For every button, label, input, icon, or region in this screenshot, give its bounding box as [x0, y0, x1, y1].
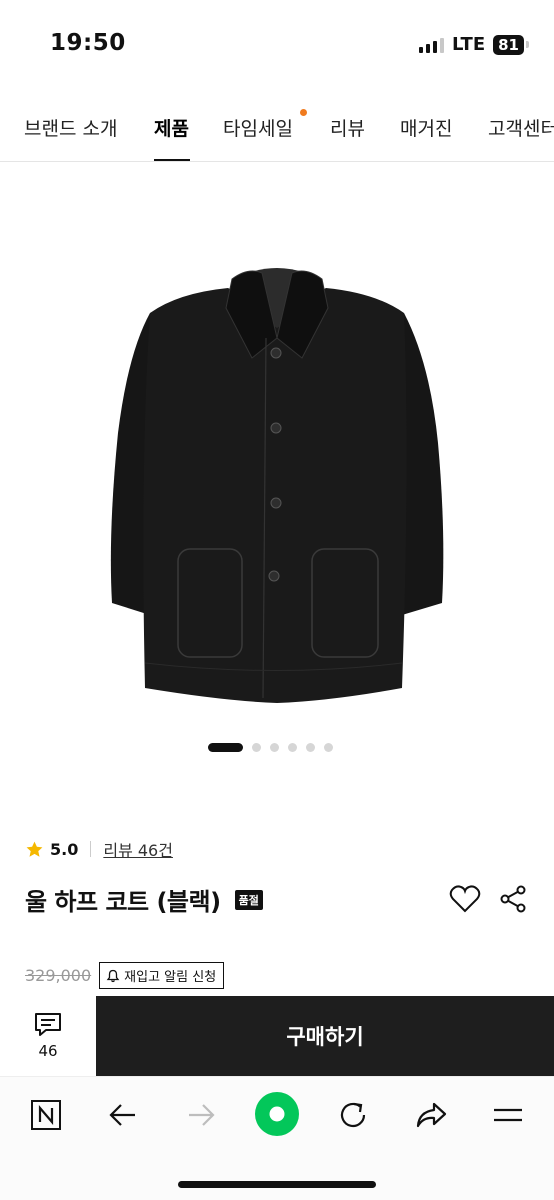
forward-arrow-icon[interactable] [181, 1095, 221, 1135]
back-arrow-icon[interactable] [103, 1095, 143, 1135]
restock-alert-label: 재입고 알림 신청 [124, 970, 217, 985]
status-indicators: LTE 81 [419, 34, 529, 55]
purchase-bar: 46 구매하기 [0, 996, 554, 1076]
restock-alert-button[interactable]: 재입고 알림 신청 [99, 962, 225, 989]
review-count-button[interactable]: 46 [0, 996, 96, 1076]
buy-button[interactable]: 구매하기 [96, 996, 554, 1076]
tab-customer-center[interactable]: 고객센터 [488, 114, 554, 141]
soldout-badge: 품절 [234, 889, 263, 910]
product-title: 울 하프 코트 (블랙) [25, 888, 221, 916]
product-image[interactable] [0, 163, 554, 733]
battery-icon: 81 [493, 34, 529, 55]
signal-icon [419, 37, 445, 53]
review-count: 46 [38, 1042, 58, 1060]
carousel-dot[interactable] [324, 743, 333, 752]
tab-reviews[interactable]: 리뷰 [330, 114, 365, 141]
refresh-icon[interactable] [333, 1095, 373, 1135]
share-forward-icon[interactable] [411, 1095, 451, 1135]
status-bar: 19:50 LTE 81 [0, 0, 554, 90]
menu-icon[interactable] [488, 1095, 528, 1135]
tab-magazine[interactable]: 매거진 [400, 114, 452, 141]
carousel-dot-active[interactable] [208, 743, 243, 752]
carousel-dot[interactable] [270, 743, 279, 752]
bell-icon [106, 969, 120, 982]
tab-brand-intro[interactable]: 브랜드 소개 [24, 114, 117, 141]
star-icon [26, 841, 43, 857]
network-label: LTE [452, 34, 486, 55]
coat-image [110, 268, 444, 703]
carousel-dot[interactable] [252, 743, 261, 752]
divider [90, 841, 92, 857]
title-row: 울 하프 코트 (블랙) 품절 [25, 882, 263, 917]
price-row: 329,000 재입고 알림 신청 [25, 962, 225, 989]
status-time: 19:50 [50, 30, 126, 56]
heart-icon[interactable] [448, 882, 482, 916]
tab-time-sale[interactable]: 타임세일 [223, 114, 293, 141]
tab-products[interactable]: 제품 [154, 114, 189, 141]
rating-value: 5.0 [50, 839, 79, 859]
green-home-icon[interactable] [254, 1091, 300, 1137]
notification-dot [300, 109, 307, 116]
review-count-link[interactable]: 리뷰 46건 [103, 837, 173, 861]
home-indicator[interactable] [178, 1181, 376, 1188]
active-tab-indicator [154, 159, 190, 161]
share-icon[interactable] [498, 884, 528, 914]
top-nav: 브랜드 소개 제품 타임세일 리뷰 매거진 고객센터 [0, 100, 554, 162]
carousel-dot[interactable] [306, 743, 315, 752]
image-carousel-indicator [208, 743, 333, 752]
comment-icon [35, 1013, 61, 1036]
rating-row: 5.0 리뷰 46건 [25, 837, 173, 861]
carousel-dot[interactable] [288, 743, 297, 752]
original-price: 329,000 [25, 966, 92, 985]
naver-n-icon[interactable] [26, 1095, 66, 1135]
